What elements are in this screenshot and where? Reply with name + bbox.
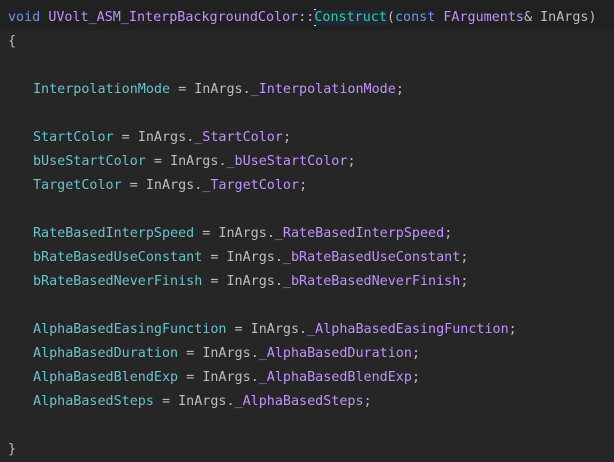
semicolon: ; xyxy=(395,82,404,97)
semicolon: ; xyxy=(282,130,291,145)
close-brace: } xyxy=(8,442,17,457)
args-member[interactable]: _RateBasedInterpSpeed xyxy=(275,226,444,241)
scope-operator: :: xyxy=(298,10,315,25)
dot-operator: . xyxy=(266,226,275,241)
args-object[interactable]: InArgs xyxy=(202,346,250,361)
blank-line[interactable] xyxy=(0,102,614,126)
field-name[interactable]: InterpolationMode xyxy=(33,82,170,97)
dot-operator: . xyxy=(250,346,259,361)
field-name[interactable]: AlphaBasedDuration xyxy=(33,346,178,361)
dot-operator: . xyxy=(274,250,283,265)
field-name[interactable]: AlphaBasedBlendExp xyxy=(33,370,178,385)
semicolon: ; xyxy=(347,154,356,169)
args-member[interactable]: _InterpolationMode xyxy=(251,82,396,97)
args-member[interactable]: _AlphaBasedDuration xyxy=(259,346,412,361)
code-line-close-brace[interactable]: } xyxy=(0,438,614,462)
dot-operator: . xyxy=(226,394,235,409)
class-name[interactable]: UVolt_ASM_InterpBackgroundColor xyxy=(48,10,298,25)
keyword-void: void xyxy=(8,10,41,25)
code-line-assignment[interactable]: AlphaBasedEasingFunction = InArgs._Alpha… xyxy=(0,318,614,342)
code-line-assignment[interactable]: AlphaBasedDuration = InArgs._AlphaBasedD… xyxy=(0,342,614,366)
dot-operator: . xyxy=(242,82,251,97)
args-member[interactable]: _bRateBasedUseConstant xyxy=(283,250,460,265)
open-brace: { xyxy=(8,34,17,49)
close-paren: ) xyxy=(588,10,597,25)
assign-operator: = xyxy=(113,130,138,145)
blank-line[interactable] xyxy=(0,414,614,438)
field-name[interactable]: bRateBasedUseConstant xyxy=(33,250,202,265)
args-member[interactable]: _bUseStartColor xyxy=(227,154,348,169)
blank-line[interactable] xyxy=(0,198,614,222)
open-paren: ( xyxy=(386,10,395,25)
semicolon: ; xyxy=(299,178,308,193)
keyword-const: const xyxy=(394,10,436,25)
args-member[interactable]: _AlphaBasedSteps xyxy=(235,394,364,409)
assign-operator: = xyxy=(202,250,227,265)
method-name[interactable]: Construct xyxy=(314,10,387,25)
semicolon: ; xyxy=(411,346,420,361)
blank-line[interactable] xyxy=(0,54,614,78)
code-line-assignment[interactable]: StartColor = InArgs._StartColor; xyxy=(0,126,614,150)
code-line-assignment[interactable]: bRateBasedUseConstant = InArgs._bRateBas… xyxy=(0,246,614,270)
field-name[interactable]: StartColor xyxy=(33,130,114,145)
semicolon: ; xyxy=(444,226,453,241)
code-line-assignment[interactable]: AlphaBasedSteps = InArgs._AlphaBasedStep… xyxy=(0,390,614,414)
code-line-signature[interactable]: void UVolt_ASM_InterpBackgroundColor::Co… xyxy=(0,6,614,30)
field-name[interactable]: bRateBasedNeverFinish xyxy=(33,274,202,289)
args-object[interactable]: InArgs xyxy=(227,274,275,289)
args-member[interactable]: _StartColor xyxy=(194,130,283,145)
assign-operator: = xyxy=(194,226,219,241)
code-line-assignment[interactable]: TargetColor = InArgs._TargetColor; xyxy=(0,174,614,198)
dot-operator: . xyxy=(250,370,259,385)
assign-operator: = xyxy=(178,370,203,385)
field-name[interactable]: AlphaBasedSteps xyxy=(33,394,154,409)
args-object[interactable]: InArgs xyxy=(138,130,186,145)
code-line-assignment[interactable]: RateBasedInterpSpeed = InArgs._RateBased… xyxy=(0,222,614,246)
args-member[interactable]: _bRateBasedNeverFinish xyxy=(283,274,460,289)
args-object[interactable]: InArgs xyxy=(227,250,275,265)
assign-operator: = xyxy=(145,154,171,169)
semicolon: ; xyxy=(363,394,372,409)
args-object[interactable]: InArgs xyxy=(218,226,266,241)
dot-operator: . xyxy=(299,322,308,337)
code-editor[interactable]: void UVolt_ASM_InterpBackgroundColor::Co… xyxy=(0,6,614,462)
assign-operator: = xyxy=(226,322,251,337)
code-line-assignment[interactable]: AlphaBasedBlendExp = InArgs._AlphaBasedB… xyxy=(0,366,614,390)
field-name[interactable]: TargetColor xyxy=(33,178,122,193)
args-object[interactable]: InArgs xyxy=(194,82,242,97)
semicolon: ; xyxy=(460,274,469,289)
args-object[interactable]: InArgs xyxy=(178,394,226,409)
args-object[interactable]: InArgs xyxy=(170,154,218,169)
semicolon: ; xyxy=(411,370,420,385)
assign-operator: = xyxy=(153,394,179,409)
code-line-assignment[interactable]: bUseStartColor = InArgs._bUseStartColor; xyxy=(0,150,614,174)
field-name[interactable]: AlphaBasedEasingFunction xyxy=(33,322,226,337)
code-line-assignment[interactable]: bRateBasedNeverFinish = InArgs._bRateBas… xyxy=(0,270,614,294)
dot-operator: . xyxy=(274,274,283,289)
blank-line[interactable] xyxy=(0,294,614,318)
semicolon: ; xyxy=(460,250,469,265)
semicolon: ; xyxy=(508,322,517,337)
dot-operator: . xyxy=(218,154,227,169)
ampersand: & xyxy=(523,10,533,25)
args-object[interactable]: InArgs xyxy=(202,370,250,385)
code-line-assignment[interactable]: InterpolationMode = InArgs._Interpolatio… xyxy=(0,78,614,102)
args-member[interactable]: _TargetColor xyxy=(202,178,299,193)
code-line-open-brace[interactable]: { xyxy=(0,30,614,54)
assign-operator: = xyxy=(121,178,146,193)
args-member[interactable]: _AlphaBasedBlendExp xyxy=(259,370,412,385)
assign-operator: = xyxy=(178,346,203,361)
args-member[interactable]: _AlphaBasedEasingFunction xyxy=(307,322,509,337)
args-object[interactable]: InArgs xyxy=(146,178,194,193)
args-object[interactable]: InArgs xyxy=(251,322,299,337)
assign-operator: = xyxy=(202,274,227,289)
param-type[interactable]: FArguments xyxy=(443,10,524,25)
field-name[interactable]: RateBasedInterpSpeed xyxy=(33,226,194,241)
field-name[interactable]: bUseStartColor xyxy=(33,154,146,169)
param-name[interactable]: InArgs xyxy=(540,10,588,25)
assign-operator: = xyxy=(170,82,195,97)
